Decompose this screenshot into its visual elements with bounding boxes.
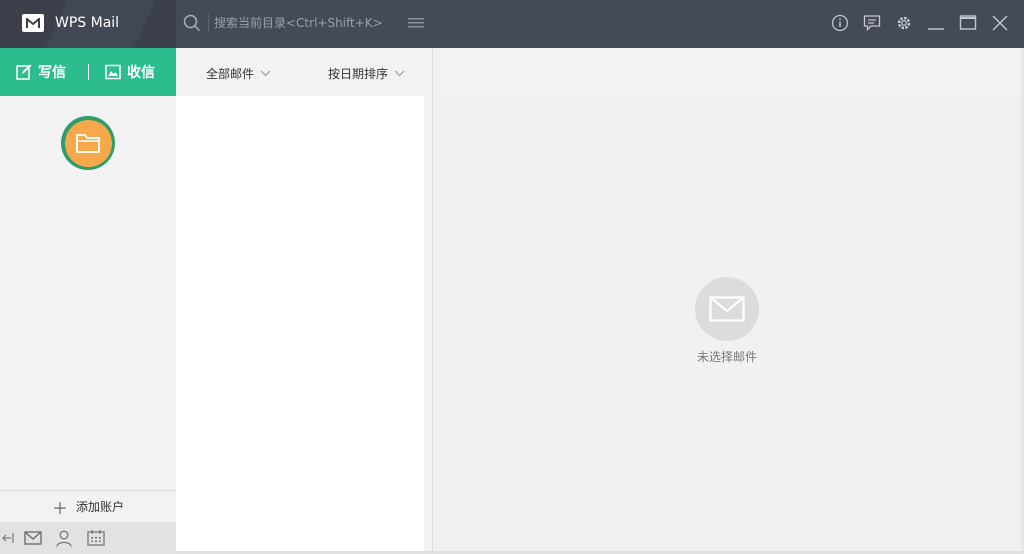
calendar-icon[interactable] <box>86 529 106 547</box>
maximize-icon[interactable] <box>958 13 978 33</box>
search-input[interactable] <box>214 13 399 33</box>
sort-label: 按日期排序 <box>328 67 389 81</box>
minimize-icon[interactable] <box>926 13 946 33</box>
menu-icon[interactable] <box>408 16 424 33</box>
chevron-down-icon <box>260 70 271 77</box>
receive-button[interactable]: 收信 <box>105 48 155 96</box>
module-switcher <box>0 522 176 554</box>
mail-filter-dropdown[interactable]: 全部邮件 <box>206 65 271 82</box>
compose-label: 写信 <box>38 65 66 81</box>
action-divider <box>88 64 89 80</box>
action-bar: 写信 收信 <box>0 48 176 96</box>
info-icon[interactable] <box>830 13 850 33</box>
mail-list-header: 全部邮件 按日期排序 <box>176 48 432 96</box>
plus-icon: ＋ <box>51 498 68 518</box>
compose-button[interactable]: 写信 <box>16 48 66 96</box>
inbox-icon <box>105 64 121 80</box>
close-icon[interactable] <box>990 13 1010 33</box>
search-icon[interactable] <box>183 14 201 35</box>
mail-list[interactable] <box>176 96 424 551</box>
wps-mail-window: WPS Mail 搜索当前目录<Ctrl+Shift+K> 写信 收信 ＋ 添加… <box>0 0 1024 554</box>
add-account-button[interactable]: ＋ 添加账户 <box>0 490 176 522</box>
folder-icon <box>76 134 100 153</box>
contacts-icon[interactable] <box>54 529 74 547</box>
mail-preview-pane: 未选择邮件 <box>433 48 1021 551</box>
title-bar: WPS Mail <box>0 0 1024 48</box>
chevron-down-icon <box>394 70 405 77</box>
receive-label: 收信 <box>127 65 155 81</box>
wps-mail-logo-icon <box>22 14 44 32</box>
brand-area: WPS Mail <box>0 0 176 48</box>
app-title: WPS Mail <box>55 15 120 31</box>
no-mail-selected-text: 未选择邮件 <box>696 350 757 364</box>
account-folder-avatar[interactable] <box>61 116 115 170</box>
sort-dropdown[interactable]: 按日期排序 <box>328 65 405 82</box>
search-divider <box>208 14 209 32</box>
mail-list-scrollbar[interactable] <box>424 96 432 551</box>
feedback-icon[interactable] <box>862 13 882 33</box>
empty-mail-icon <box>695 277 759 341</box>
compose-icon <box>16 64 32 80</box>
mail-icon[interactable] <box>22 529 44 547</box>
collapse-icon[interactable] <box>2 529 14 547</box>
mail-filter-label: 全部邮件 <box>206 67 255 81</box>
preview-header <box>433 48 1021 96</box>
add-account-label: 添加账户 <box>76 500 125 514</box>
account-sidebar: 写信 收信 ＋ 添加账户 <box>0 48 176 554</box>
gear-icon[interactable] <box>894 13 914 33</box>
